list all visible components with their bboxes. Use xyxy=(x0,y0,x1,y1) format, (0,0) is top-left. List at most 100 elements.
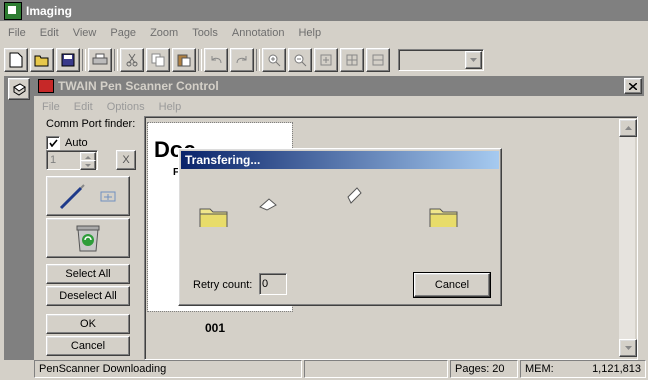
mem-label: MEM: xyxy=(525,363,554,375)
twain-menu-options[interactable]: Options xyxy=(107,101,145,113)
zoom-in-icon xyxy=(268,54,281,67)
deselect-all-button[interactable]: Deselect All xyxy=(46,286,130,306)
pen-icon xyxy=(59,184,85,210)
paste-button[interactable] xyxy=(172,48,196,72)
open-icon xyxy=(34,55,49,67)
fit-height-button[interactable] xyxy=(366,48,390,72)
auto-label: Auto xyxy=(65,137,88,149)
source-folder-icon xyxy=(199,208,228,227)
transfer-dialog-title: Transfering... xyxy=(185,153,261,167)
chevron-down-icon xyxy=(470,58,477,62)
port-spinner[interactable]: 1 xyxy=(46,150,98,170)
chevron-up-icon xyxy=(624,126,632,130)
copy-button[interactable] xyxy=(146,48,170,72)
retry-count-field: 0 xyxy=(259,273,287,295)
fit-height-icon xyxy=(372,54,384,66)
fit-width-icon xyxy=(346,54,358,66)
chevron-up-icon xyxy=(85,155,91,159)
select-all-label: Select All xyxy=(65,268,111,280)
zoom-combo-dropdown[interactable] xyxy=(465,51,482,69)
copy-icon xyxy=(151,53,165,67)
new-button[interactable] xyxy=(4,48,28,72)
twain-title: TWAIN Pen Scanner Control xyxy=(58,79,219,93)
menu-help[interactable]: Help xyxy=(298,27,321,39)
twain-menu-bar: File Edit Options Help xyxy=(42,99,195,115)
cut-icon xyxy=(126,53,138,67)
print-button[interactable] xyxy=(88,48,112,72)
zoom-combo[interactable] xyxy=(398,49,484,71)
menu-tools[interactable]: Tools xyxy=(192,27,218,39)
menu-view[interactable]: View xyxy=(73,27,97,39)
app-menu-bar: File Edit View Page Zoom Tools Annotatio… xyxy=(8,24,335,42)
undo-button[interactable] xyxy=(204,48,228,72)
destination-folder-icon xyxy=(429,208,458,227)
save-icon xyxy=(61,53,75,67)
new-icon xyxy=(9,52,23,68)
twain-menu-help[interactable]: Help xyxy=(159,101,182,113)
menu-annotation[interactable]: Annotation xyxy=(232,27,285,39)
save-button[interactable] xyxy=(56,48,80,72)
twain-menu-file[interactable]: File xyxy=(42,101,60,113)
twain-title-bar: TWAIN Pen Scanner Control xyxy=(34,76,644,96)
fit-page-icon xyxy=(320,54,332,66)
auto-checkbox[interactable] xyxy=(46,136,60,150)
menu-edit[interactable]: Edit xyxy=(40,27,59,39)
fit-page-button[interactable] xyxy=(314,48,338,72)
auto-checkbox-row[interactable]: Auto xyxy=(46,136,88,150)
zoom-in-button[interactable] xyxy=(262,48,286,72)
redo-icon xyxy=(236,56,247,64)
transfer-cancel-label: Cancel xyxy=(434,279,470,291)
twain-app-icon xyxy=(38,79,54,93)
status-message: PenScanner Downloading xyxy=(34,360,302,378)
cancel-label: Cancel xyxy=(70,340,106,352)
scroll-down-button[interactable] xyxy=(619,339,637,357)
spinner-down[interactable] xyxy=(80,160,96,170)
app-title: Imaging xyxy=(26,3,73,18)
scan-icon xyxy=(100,191,116,202)
retry-count-label: Retry count: xyxy=(193,279,253,291)
transfer-cancel-button[interactable]: Cancel xyxy=(413,272,491,298)
twain-close-button[interactable] xyxy=(624,78,642,94)
transfer-dialog: Transfering... Retry count: 0 Cancel xyxy=(178,148,502,306)
app-left-strip xyxy=(4,76,34,360)
chevron-down-icon xyxy=(624,346,632,350)
status-bar: PenScanner Downloading Pages: 20 MEM: 1,… xyxy=(34,360,648,380)
retry-count-value: 0 xyxy=(262,278,269,290)
zoom-out-icon xyxy=(294,54,307,67)
chevron-down-icon xyxy=(85,163,91,167)
redo-button[interactable] xyxy=(230,48,254,72)
flying-page-icon xyxy=(347,187,362,204)
cancel-button[interactable]: Cancel xyxy=(46,336,130,356)
close-icon: X xyxy=(122,154,130,166)
twain-menu-edit[interactable]: Edit xyxy=(74,101,93,113)
side-tool-button[interactable] xyxy=(8,78,30,100)
scroll-up-button[interactable] xyxy=(619,119,637,137)
ok-label: OK xyxy=(80,318,96,330)
zoom-out-button[interactable] xyxy=(288,48,312,72)
fit-width-button[interactable] xyxy=(340,48,364,72)
print-icon xyxy=(92,53,108,65)
menu-page[interactable]: Page xyxy=(110,27,136,39)
menu-zoom[interactable]: Zoom xyxy=(150,27,178,39)
status-empty xyxy=(304,360,448,378)
deselect-all-label: Deselect All xyxy=(59,290,117,302)
app-icon xyxy=(4,1,22,20)
transfer-dialog-title-bar: Transfering... xyxy=(181,151,499,169)
status-memory: MEM: 1,121,813 xyxy=(520,360,646,378)
flying-page-icon xyxy=(259,198,277,211)
recycle-button[interactable] xyxy=(46,218,130,258)
ok-button[interactable]: OK xyxy=(46,314,130,334)
select-all-button[interactable]: Select All xyxy=(46,264,130,284)
page-number-label: 001 xyxy=(205,321,226,335)
status-pages: Pages: 20 xyxy=(450,360,518,378)
mem-value: 1,121,813 xyxy=(592,363,641,375)
pen-tool-button[interactable] xyxy=(46,176,130,216)
comm-port-label: Comm Port finder: xyxy=(46,118,136,130)
open-button[interactable] xyxy=(30,48,54,72)
port-spinner-value: 1 xyxy=(50,154,57,166)
menu-file[interactable]: File xyxy=(8,27,26,39)
vertical-scrollbar[interactable] xyxy=(619,119,637,357)
recycle-bin-icon xyxy=(76,225,100,252)
cut-button[interactable] xyxy=(120,48,144,72)
clear-port-button[interactable]: X xyxy=(116,150,136,170)
